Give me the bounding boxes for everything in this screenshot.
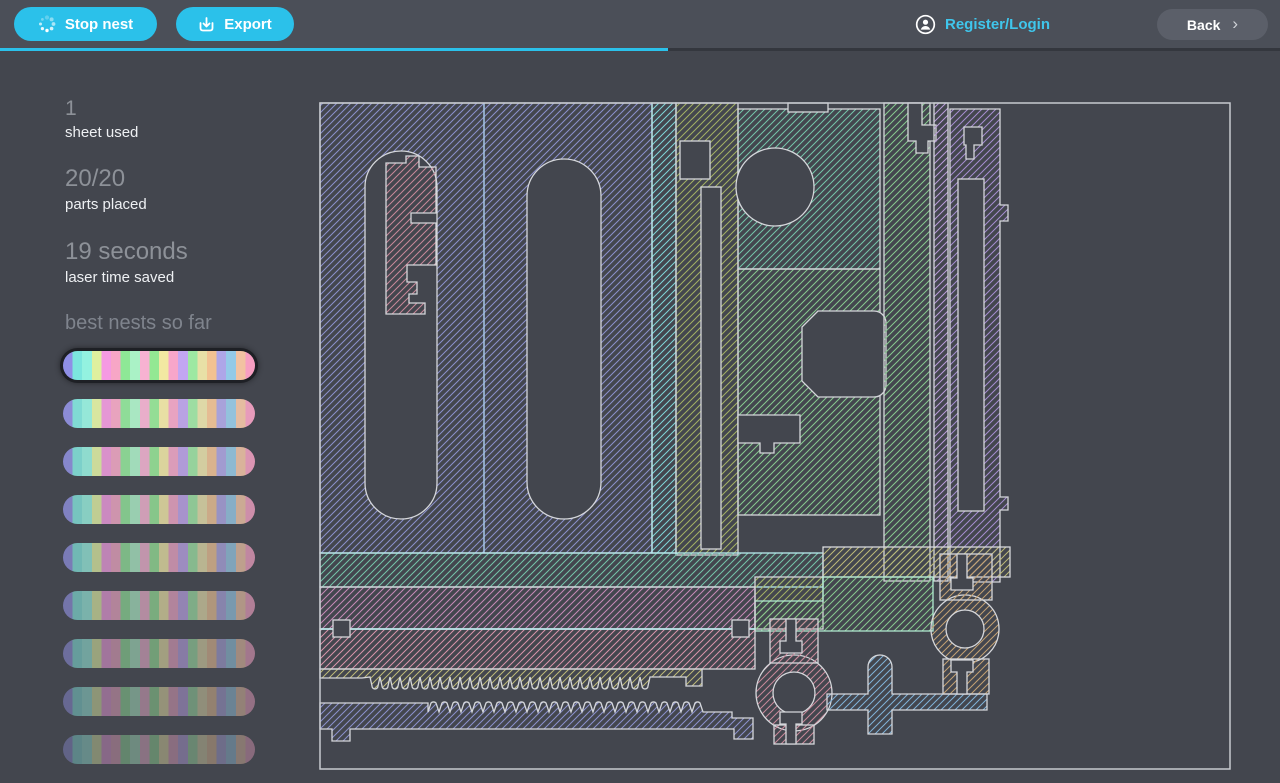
best-nests-title: best nests so far	[65, 312, 212, 335]
back-label: Back	[1187, 17, 1220, 33]
stop-nest-button[interactable]: Stop nest	[14, 7, 157, 41]
stat-sheets-value: 1	[65, 97, 138, 120]
part-green-plate	[738, 269, 886, 515]
nest-result-pill[interactable]	[63, 591, 255, 620]
nest-progress-track	[0, 48, 1280, 51]
stat-parts-value: 20/20	[65, 166, 147, 192]
top-bar: Stop nest Export Register/Login Back ›	[0, 0, 1280, 48]
stat-laser-time-value: 19 seconds	[65, 239, 188, 265]
nest-preview-svg	[318, 101, 1232, 773]
part-bearing-left	[756, 619, 832, 744]
nest-list	[63, 351, 255, 783]
nest-result-pill[interactable]	[63, 399, 255, 428]
part-periwinkle-panel	[320, 103, 652, 553]
nest-result-pill[interactable]	[63, 639, 255, 668]
register-login-link[interactable]: Register/Login	[945, 16, 1050, 33]
stat-laser-time-label: laser time saved	[65, 269, 188, 286]
nest-result-pill[interactable]	[63, 543, 255, 572]
person-icon	[915, 14, 936, 35]
stat-sheets: 1 sheet used	[65, 97, 138, 141]
stat-sheets-label: sheet used	[65, 124, 138, 141]
stat-laser-time: 19 seconds laser time saved	[65, 239, 188, 286]
export-label: Export	[224, 16, 272, 33]
stop-nest-label: Stop nest	[65, 16, 133, 33]
account-area[interactable]: Register/Login	[915, 0, 1050, 48]
nest-result-pill[interactable]	[63, 687, 255, 716]
part-cyan-strip	[652, 103, 676, 553]
download-icon	[198, 16, 215, 33]
nest-canvas[interactable]	[318, 101, 1232, 773]
part-rack-lower	[320, 702, 753, 741]
spinner-icon	[38, 15, 56, 33]
stat-parts-label: parts placed	[65, 196, 147, 213]
part-magenta-strip	[320, 587, 755, 629]
chevron-right-icon: ›	[1232, 15, 1238, 32]
nest-result-pill[interactable]	[63, 447, 255, 476]
nest-result-pill[interactable]	[63, 495, 255, 524]
nest-progress-fill	[0, 48, 668, 51]
stat-parts: 20/20 parts placed	[65, 166, 147, 213]
back-button[interactable]: Back ›	[1157, 9, 1268, 40]
part-teal-bottom-strip	[320, 553, 823, 587]
part-teal-circle-plate	[736, 103, 880, 269]
part-rack-upper	[320, 669, 702, 689]
part-violet-strip	[934, 103, 948, 581]
part-bearing-right	[931, 554, 999, 694]
part-green-column	[884, 103, 930, 581]
part-olive-column	[676, 103, 738, 555]
nest-result-pill[interactable]	[63, 735, 255, 764]
export-button[interactable]: Export	[176, 7, 294, 41]
part-purple-strip	[950, 109, 1008, 582]
nest-result-pill[interactable]	[63, 351, 255, 380]
